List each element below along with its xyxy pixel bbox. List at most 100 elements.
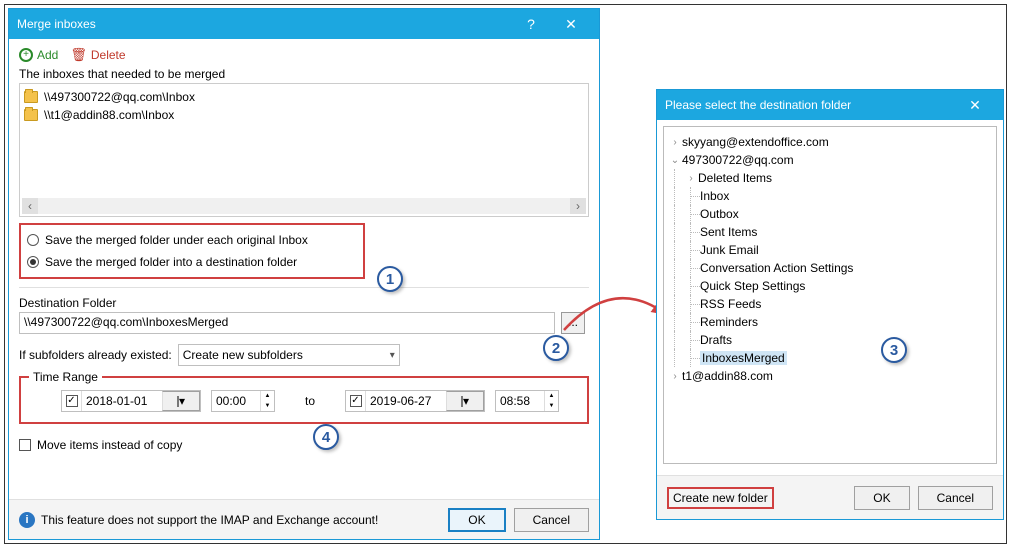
close-button[interactable]: ✕ (551, 16, 591, 33)
close-button[interactable]: ✕ (955, 97, 995, 114)
calendar-icon[interactable]: ▾ (162, 391, 200, 411)
add-label: Add (37, 48, 58, 62)
trash-icon: 🗑 (70, 47, 87, 63)
tree-item[interactable]: ⌄497300722@qq.com (668, 151, 992, 169)
callout-4: 4 (313, 424, 339, 450)
tree-item[interactable]: ›t1@addin88.com (668, 367, 992, 385)
tree-label: Quick Step Settings (700, 279, 805, 293)
save-option-group: Save the merged folder under each origin… (19, 223, 365, 279)
destination-folder-input[interactable]: \\497300722@qq.com\InboxesMerged (19, 312, 555, 334)
folder-tree[interactable]: ›skyyang@extendoffice.com ⌄497300722@qq.… (663, 126, 997, 464)
inbox-listbox[interactable]: \\497300722@qq.com\Inbox \\t1@addin88.co… (19, 83, 589, 217)
tree-item[interactable]: ›skyyang@extendoffice.com (668, 133, 992, 151)
tree-label: 497300722@qq.com (682, 153, 794, 167)
dialog-title: Merge inboxes (17, 17, 511, 31)
tree-label: Sent Items (700, 225, 757, 239)
ok-button[interactable]: OK (854, 486, 909, 510)
scroll-left-icon[interactable]: ‹ (22, 198, 38, 214)
date-to-picker[interactable]: ✓ 2019-06-27 ▾ (345, 390, 485, 412)
horizontal-scrollbar[interactable]: ‹ › (22, 198, 586, 214)
tree-label: RSS Feeds (700, 297, 761, 311)
date-from-picker[interactable]: ✓ 2018-01-01 ▾ (61, 390, 201, 412)
spinner-icon[interactable]: ▲▼ (260, 391, 274, 411)
tree-item[interactable]: Inbox (668, 187, 992, 205)
move-items-label: Move items instead of copy (37, 438, 182, 452)
select-destination-dialog: Please select the destination folder ✕ ›… (656, 89, 1004, 520)
time-range-legend: Time Range (29, 370, 102, 384)
callout-3: 3 (881, 337, 907, 363)
create-new-folder-button[interactable]: Create new folder (667, 487, 774, 509)
option-save-into-destination[interactable]: Save the merged folder into a destinatio… (27, 251, 357, 273)
merge-inboxes-dialog: Merge inboxes ? ✕ + Add 🗑 Delete The inb… (8, 8, 600, 540)
time-to-value[interactable]: 08:58 (496, 394, 544, 408)
destination-folder-label: Destination Folder (19, 296, 589, 310)
folder-icon (24, 109, 38, 121)
subfolders-combo[interactable]: Create new subfolders ▾ (178, 344, 400, 366)
tree-item[interactable]: Sent Items (668, 223, 992, 241)
time-to-picker[interactable]: 08:58 ▲▼ (495, 390, 559, 412)
delete-button[interactable]: 🗑 Delete (70, 47, 125, 63)
radio-icon (27, 234, 39, 246)
subfolders-label: If subfolders already existed: (19, 348, 172, 362)
cancel-button[interactable]: Cancel (514, 508, 589, 532)
move-items-checkbox[interactable]: Move items instead of copy (19, 438, 589, 452)
delete-label: Delete (91, 48, 126, 62)
tree-item[interactable]: Conversation Action Settings (668, 259, 992, 277)
tree-label: Conversation Action Settings (700, 261, 853, 275)
tree-item[interactable]: Drafts (668, 331, 992, 349)
tree-label: Drafts (700, 333, 732, 347)
combo-value: Create new subfolders (183, 348, 303, 362)
chevron-down-icon: ▾ (390, 350, 395, 361)
tree-item[interactable]: Junk Email (668, 241, 992, 259)
tree-label: InboxesMerged (700, 351, 787, 365)
to-label: to (285, 394, 335, 408)
tree-item[interactable]: Outbox (668, 205, 992, 223)
dialog-title: Please select the destination folder (665, 98, 955, 112)
time-range-fieldset: Time Range ✓ 2018-01-01 ▾ 00:00 ▲▼ to ✓ (19, 376, 589, 424)
checkbox-icon[interactable]: ✓ (350, 395, 362, 407)
tree-label: Outbox (700, 207, 739, 221)
titlebar[interactable]: Please select the destination folder ✕ (657, 90, 1003, 120)
list-item[interactable]: \\497300722@qq.com\Inbox (24, 88, 584, 106)
scroll-right-icon[interactable]: › (570, 198, 586, 214)
tree-item-selected[interactable]: InboxesMerged (668, 349, 992, 367)
tree-item[interactable]: Reminders (668, 313, 992, 331)
info-icon: i (19, 512, 35, 528)
info-message: This feature does not support the IMAP a… (41, 513, 440, 527)
time-from-value[interactable]: 00:00 (212, 394, 260, 408)
date-to-value[interactable]: 2019-06-27 (366, 394, 446, 408)
dialog-footer: i This feature does not support the IMAP… (9, 499, 599, 539)
tree-label: Junk Email (700, 243, 759, 257)
help-button[interactable]: ? (511, 16, 551, 32)
list-item[interactable]: \\t1@addin88.com\Inbox (24, 106, 584, 124)
tree-item[interactable]: RSS Feeds (668, 295, 992, 313)
radio-icon (27, 256, 39, 268)
plus-icon: + (19, 48, 33, 62)
calendar-icon[interactable]: ▾ (446, 391, 484, 411)
folder-icon (24, 91, 38, 103)
add-button[interactable]: + Add (19, 48, 58, 62)
spinner-icon[interactable]: ▲▼ (544, 391, 558, 411)
ok-button[interactable]: OK (448, 508, 505, 532)
tree-label: t1@addin88.com (682, 369, 773, 383)
list-item-path: \\t1@addin88.com\Inbox (44, 108, 174, 122)
checkbox-icon (19, 439, 31, 451)
tree-item[interactable]: Quick Step Settings (668, 277, 992, 295)
inbox-list-label: The inboxes that needed to be merged (19, 67, 589, 81)
cancel-button[interactable]: Cancel (918, 486, 993, 510)
option-save-under-each[interactable]: Save the merged folder under each origin… (27, 229, 357, 251)
callout-1: 1 (377, 266, 403, 292)
tree-item[interactable]: ›Deleted Items (668, 169, 992, 187)
list-item-path: \\497300722@qq.com\Inbox (44, 90, 195, 104)
tree-label: skyyang@extendoffice.com (682, 135, 829, 149)
date-from-value[interactable]: 2018-01-01 (82, 394, 162, 408)
tree-label: Reminders (700, 315, 758, 329)
dialog-footer: Create new folder OK Cancel (657, 475, 1003, 519)
checkbox-icon[interactable]: ✓ (66, 395, 78, 407)
titlebar[interactable]: Merge inboxes ? ✕ (9, 9, 599, 39)
option-label: Save the merged folder under each origin… (45, 233, 308, 247)
option-label: Save the merged folder into a destinatio… (45, 255, 297, 269)
time-from-picker[interactable]: 00:00 ▲▼ (211, 390, 275, 412)
tree-label: Inbox (700, 189, 729, 203)
tree-label: Deleted Items (698, 171, 772, 185)
